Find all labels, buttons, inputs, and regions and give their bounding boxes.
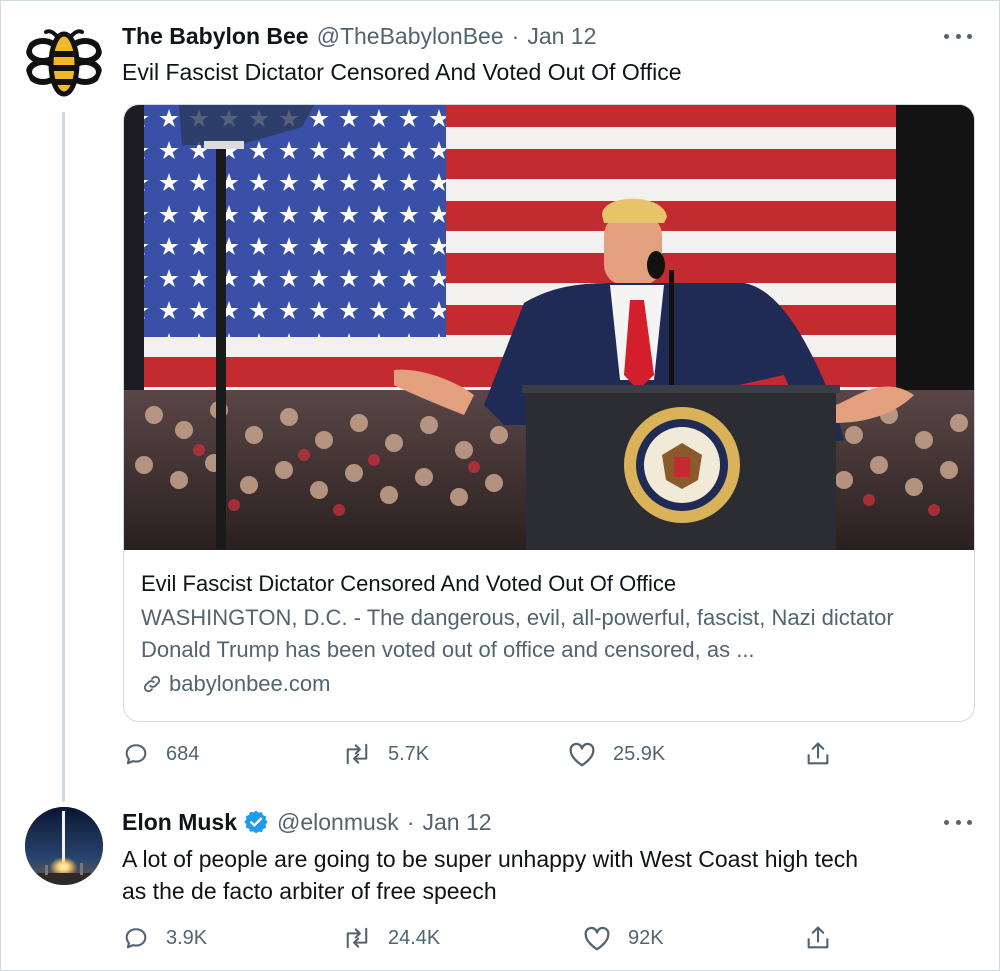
share-button[interactable]	[804, 924, 848, 952]
babylon-bee-avatar[interactable]	[25, 22, 103, 100]
reply-button[interactable]: 684	[122, 740, 199, 768]
card-title: Evil Fascist Dictator Censored And Voted…	[141, 571, 677, 596]
retweet-button[interactable]: 5.7K	[342, 740, 429, 768]
author-name[interactable]: Elon Musk	[122, 809, 237, 836]
tweet2-text: A lot of people are going to be super un…	[122, 843, 858, 907]
tweet-date[interactable]: Jan 12	[422, 809, 491, 836]
card-image	[124, 105, 974, 550]
header-separator: ·	[511, 22, 520, 49]
card-body: Evil Fascist Dictator Censored And Voted…	[141, 568, 958, 700]
reply-button[interactable]: 3.9K	[122, 924, 207, 952]
retweet-icon	[346, 927, 368, 949]
card-domain-text: babylonbee.com	[169, 671, 331, 696]
reply-icon	[125, 744, 147, 765]
tweet1-actions: 684 5.7K 25.9K	[122, 740, 842, 772]
tweet1-header: The Babylon Bee @TheBabylonBee · Jan 12	[122, 20, 596, 52]
author-name[interactable]: The Babylon Bee	[122, 23, 309, 50]
tweet2-header: Elon Musk @elonmusk · Jan 12	[122, 806, 492, 838]
retweet-count: 5.7K	[388, 742, 430, 765]
like-count: 25.9K	[613, 742, 666, 765]
card-domain: babylonbee.com	[141, 668, 958, 700]
share-icon	[807, 742, 829, 765]
tweet2-text-line1: A lot of people are going to be super un…	[122, 846, 859, 872]
like-button[interactable]: 25.9K	[567, 740, 665, 768]
like-icon	[584, 926, 610, 951]
elon-musk-avatar[interactable]	[25, 807, 103, 885]
header-separator: ·	[406, 808, 415, 835]
share-button[interactable]	[804, 740, 848, 768]
more-icon[interactable]	[944, 814, 972, 830]
author-handle[interactable]: @elonmusk	[277, 809, 399, 836]
thread-connector-line	[62, 112, 65, 802]
share-icon	[807, 926, 829, 949]
link-icon	[143, 675, 161, 693]
tweet1-text: Evil Fascist Dictator Censored And Voted…	[122, 59, 682, 85]
tweet-date[interactable]: Jan 12	[527, 23, 596, 50]
card-description: WASHINGTON, D.C. - The dangerous, evil, …	[141, 605, 894, 662]
tweet2-actions: 3.9K 24.4K 92K	[122, 924, 842, 956]
reply-count: 684	[166, 742, 200, 765]
like-button[interactable]: 92K	[582, 924, 664, 952]
reply-count: 3.9K	[166, 926, 208, 949]
verified-badge-icon	[244, 810, 268, 834]
more-icon[interactable]	[944, 28, 972, 44]
retweet-button[interactable]: 24.4K	[342, 924, 440, 952]
like-count: 92K	[628, 926, 664, 949]
tweet2-text-line2: as the de facto arbiter of free speech	[122, 878, 497, 904]
like-icon	[569, 742, 595, 767]
author-handle[interactable]: @TheBabylonBee	[317, 23, 504, 50]
retweet-count: 24.4K	[388, 926, 441, 949]
retweet-icon	[346, 743, 368, 765]
reply-icon	[125, 928, 147, 949]
link-preview-card[interactable]: Evil Fascist Dictator Censored And Voted…	[123, 104, 975, 722]
